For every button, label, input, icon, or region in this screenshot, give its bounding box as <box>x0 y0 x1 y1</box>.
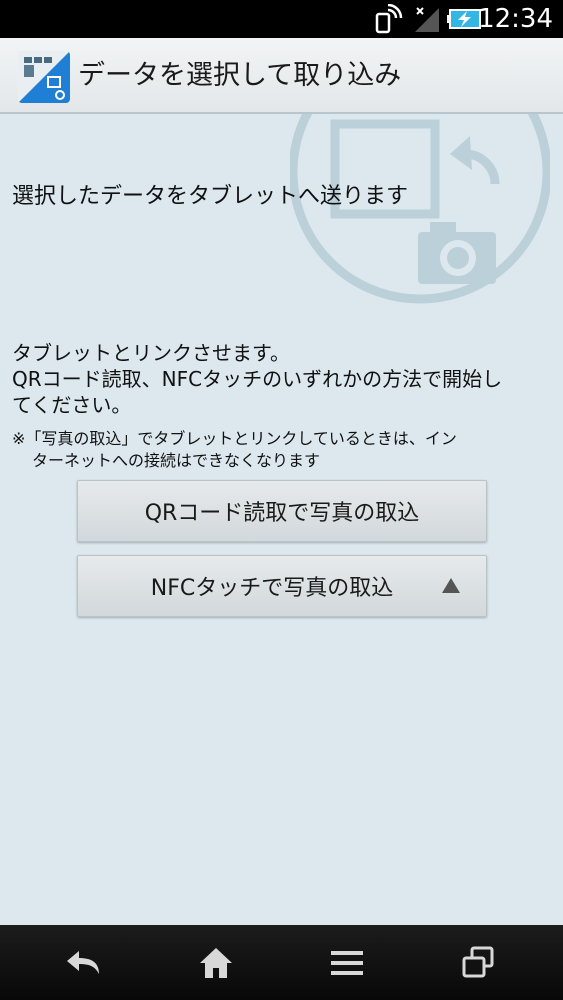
status-time: 12:34 <box>478 4 553 34</box>
instruction-line: QRコード読取、NFCタッチのいずれかの方法で開始し <box>12 367 503 391</box>
page-title: データを選択して取り込み <box>78 60 402 91</box>
recent-apps-icon[interactable] <box>433 925 523 1000</box>
triangle-up-icon <box>442 578 460 593</box>
status-bar: 12:34 <box>0 0 563 38</box>
content-area: 選択したデータをタブレットへ送ります タブレットとリンクさせます。 QRコード読… <box>0 114 563 925</box>
home-icon[interactable] <box>171 925 261 1000</box>
note-line: ※「写真の取込」でタブレットとリンクしているときは、イン <box>12 429 457 448</box>
nfc-icon <box>370 0 406 38</box>
headline: 選択したデータをタブレットへ送ります <box>12 184 409 209</box>
qr-import-button-label: QRコード読取で写真の取込 <box>144 501 420 526</box>
nfc-import-button-label: NFCタッチで写真の取込 <box>150 576 394 601</box>
instruction-text: タブレットとリンクさせます。 QRコード読取、NFCタッチのいずれかの方法で開始… <box>12 340 557 418</box>
back-icon[interactable] <box>40 925 130 1000</box>
navigation-bar <box>0 925 563 1000</box>
signal-icon <box>412 0 442 38</box>
menu-icon[interactable] <box>302 925 392 1000</box>
note-line: ターネットへの接続はできなくなります <box>32 451 321 470</box>
action-bar: データを選択して取り込み <box>0 38 563 114</box>
nfc-import-button[interactable]: NFCタッチで写真の取込 <box>77 555 487 617</box>
instruction-line: タブレットとリンクさせます。 <box>12 341 290 365</box>
photo-transfer-app-icon[interactable] <box>18 51 70 103</box>
qr-import-button[interactable]: QRコード読取で写真の取込 <box>77 480 487 542</box>
note-text: ※「写真の取込」でタブレットとリンクしているときは、イン ターネットへの接続はで… <box>12 428 557 472</box>
tablet-camera-transfer-icon <box>288 114 552 329</box>
instruction-line: てください。 <box>12 393 132 417</box>
